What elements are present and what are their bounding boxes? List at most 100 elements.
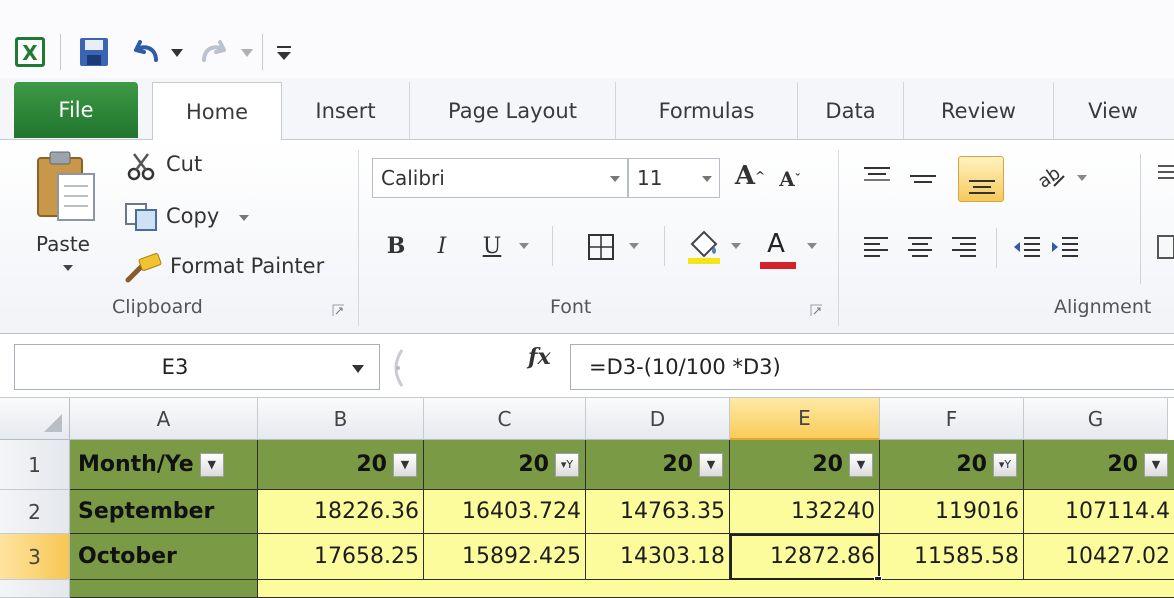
- column-header-f[interactable]: F: [880, 398, 1024, 440]
- grow-font-button[interactable]: A ^: [732, 156, 768, 196]
- customize-toolbar-icon[interactable]: [276, 44, 292, 62]
- filter-dropdown-icon[interactable]: ▼: [849, 452, 873, 477]
- table-header-cell[interactable]: 20 ▾Y: [424, 440, 586, 490]
- table-cell[interactable]: 11585.58: [880, 534, 1024, 580]
- underline-dropdown-icon[interactable]: [518, 242, 530, 250]
- decrease-indent-icon[interactable]: [1012, 234, 1042, 260]
- column-header-g[interactable]: G: [1024, 398, 1168, 440]
- underline-button[interactable]: U: [476, 228, 508, 264]
- filter-dropdown-icon[interactable]: ▼: [699, 452, 723, 477]
- table-cell[interactable]: [258, 580, 1174, 598]
- align-right-icon[interactable]: [950, 234, 978, 260]
- borders-icon[interactable]: [586, 232, 616, 262]
- format-painter-icon[interactable]: [124, 252, 164, 284]
- table-header-cell[interactable]: 20 ▼: [258, 440, 424, 490]
- undo-dropdown-icon[interactable]: [170, 48, 184, 58]
- paste-label[interactable]: Paste: [36, 232, 90, 256]
- table-cell[interactable]: 10427.02: [1024, 534, 1174, 580]
- align-middle-icon[interactable]: [908, 168, 938, 192]
- save-icon[interactable]: [78, 36, 110, 68]
- orientation-dropdown-icon[interactable]: [1076, 174, 1088, 182]
- fill-color-dropdown-icon[interactable]: [730, 242, 742, 250]
- text-orientation-icon[interactable]: ab: [1034, 162, 1068, 192]
- table-header-cell[interactable]: 20 ▼: [586, 440, 730, 490]
- redo-icon[interactable]: [198, 38, 232, 66]
- row-header-2[interactable]: 2: [0, 490, 70, 534]
- tab-insert[interactable]: Insert: [282, 82, 410, 140]
- cut-icon[interactable]: [126, 152, 156, 182]
- chevron-down-icon[interactable]: [609, 175, 621, 183]
- increase-indent-icon[interactable]: [1050, 234, 1080, 260]
- undo-icon[interactable]: [128, 38, 162, 66]
- tab-view[interactable]: View: [1054, 82, 1172, 140]
- row-header-3[interactable]: 3: [0, 534, 70, 580]
- copy-dropdown-icon[interactable]: [238, 214, 250, 222]
- table-cell[interactable]: 17658.25: [258, 534, 424, 580]
- table-cell[interactable]: 14763.35: [586, 490, 730, 534]
- table-header-cell[interactable]: 20 ▼: [1024, 440, 1174, 490]
- paste-icon[interactable]: [34, 148, 100, 224]
- tab-home[interactable]: Home: [152, 82, 282, 141]
- formula-input[interactable]: =D3-(10/100 *D3): [570, 344, 1174, 390]
- filter-dropdown-icon[interactable]: ▼: [199, 452, 224, 477]
- bold-button[interactable]: B: [380, 228, 412, 264]
- column-header-b[interactable]: B: [258, 398, 424, 440]
- row-header-4[interactable]: [0, 580, 70, 598]
- filter-applied-icon[interactable]: ▾Y: [993, 452, 1017, 477]
- font-name-combobox[interactable]: Calibri: [372, 158, 628, 198]
- name-box-dropdown-icon[interactable]: [351, 364, 365, 374]
- font-launcher-icon[interactable]: [810, 304, 822, 316]
- fill-color-icon[interactable]: [684, 226, 724, 266]
- selected-cell-e3[interactable]: 12872.86: [730, 534, 880, 580]
- row-header-1[interactable]: 1: [0, 440, 70, 490]
- insert-function-icon[interactable]: fx: [528, 344, 551, 370]
- table-cell[interactable]: 107114.4: [1024, 490, 1174, 534]
- shrink-font-button[interactable]: Aˇ: [774, 162, 806, 196]
- filter-applied-icon[interactable]: ▾Y: [555, 452, 579, 477]
- borders-dropdown-icon[interactable]: [628, 242, 640, 250]
- paste-dropdown-icon[interactable]: [62, 264, 74, 272]
- table-cell[interactable]: 16403.724: [424, 490, 586, 534]
- copy-icon[interactable]: [124, 202, 160, 232]
- copy-label[interactable]: Copy: [166, 204, 219, 228]
- column-header-c[interactable]: C: [424, 398, 586, 440]
- table-cell[interactable]: October: [70, 534, 258, 580]
- wrap-merge-icons[interactable]: [1156, 162, 1174, 272]
- font-color-button[interactable]: A: [756, 224, 796, 264]
- chevron-down-icon[interactable]: [701, 175, 713, 183]
- redo-dropdown-icon[interactable]: [240, 48, 254, 58]
- format-painter-label[interactable]: Format Painter: [170, 254, 324, 278]
- column-header-a[interactable]: A: [70, 398, 258, 440]
- filter-dropdown-icon[interactable]: ▼: [393, 452, 417, 477]
- font-size-combobox[interactable]: 11: [628, 158, 720, 198]
- table-header-cell[interactable]: 20 ▾Y: [880, 440, 1024, 490]
- filter-dropdown-icon[interactable]: ▼: [1144, 452, 1168, 477]
- clipboard-launcher-icon[interactable]: [332, 304, 344, 316]
- align-top-icon[interactable]: [862, 164, 892, 188]
- table-header-cell[interactable]: 20 ▼: [730, 440, 880, 490]
- worksheet-grid[interactable]: A B C D E F G 1 2 3 Month/Ye ▼ 20 ▼ 20 ▾…: [0, 398, 1174, 598]
- tab-page-layout[interactable]: Page Layout: [410, 82, 616, 140]
- font-color-dropdown-icon[interactable]: [806, 242, 818, 250]
- table-cell[interactable]: 119016: [880, 490, 1024, 534]
- table-header-cell[interactable]: Month/Ye ▼: [70, 440, 258, 490]
- tab-formulas[interactable]: Formulas: [616, 82, 798, 140]
- select-all-button[interactable]: [0, 398, 70, 440]
- table-cell[interactable]: 14303.18: [586, 534, 730, 580]
- table-cell[interactable]: [70, 580, 258, 598]
- tab-data[interactable]: Data: [798, 82, 904, 140]
- tab-file[interactable]: File: [14, 82, 138, 138]
- table-cell[interactable]: 15892.425: [424, 534, 586, 580]
- italic-button[interactable]: I: [426, 228, 458, 264]
- table-cell[interactable]: September: [70, 490, 258, 534]
- tab-review[interactable]: Review: [904, 82, 1054, 140]
- align-center-icon[interactable]: [906, 234, 934, 260]
- formula-bar-splitter-icon[interactable]: [384, 346, 408, 390]
- name-box[interactable]: E3: [14, 344, 380, 390]
- column-header-d[interactable]: D: [586, 398, 730, 440]
- table-cell[interactable]: 18226.36: [258, 490, 424, 534]
- align-left-icon[interactable]: [862, 234, 890, 260]
- table-cell[interactable]: 132240: [730, 490, 880, 534]
- align-bottom-button[interactable]: [958, 156, 1004, 202]
- cut-label[interactable]: Cut: [166, 152, 202, 176]
